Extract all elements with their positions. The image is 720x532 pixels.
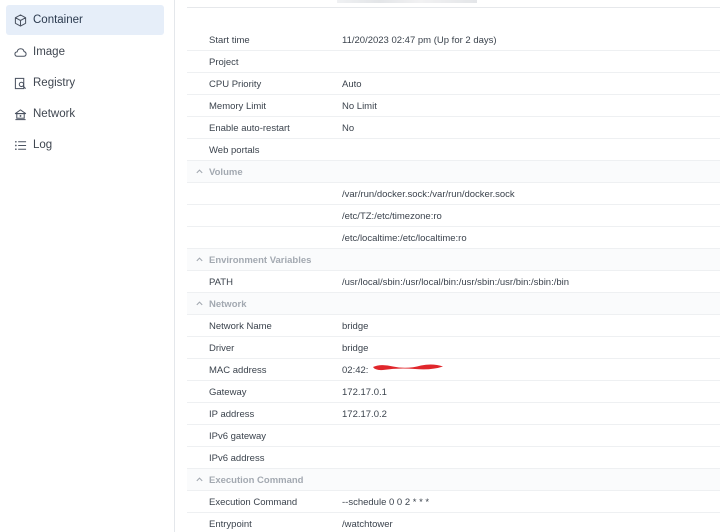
detail-label: Execution Command [209, 497, 298, 508]
detail-label: Start time [209, 35, 250, 46]
chevron-up-icon[interactable] [195, 167, 204, 176]
registry-icon [13, 76, 27, 90]
detail-value: 11/20/2023 02:47 pm (Up for 2 days) [342, 35, 497, 46]
sidebar-item-label: Container [33, 14, 83, 26]
detail-row-network-name: Network Name bridge [187, 315, 720, 337]
detail-label: MAC address [209, 365, 267, 376]
tab-header-strip [187, 0, 720, 8]
sidebar-item-label: Log [33, 139, 53, 151]
detail-row-memory-limit: Memory Limit No Limit [187, 95, 720, 117]
detail-value: Auto [342, 79, 362, 90]
volume-mount: /etc/localtime:/etc/localtime:ro [342, 233, 467, 244]
detail-row-execution-command: Execution Command --schedule 0 0 2 * * * [187, 491, 720, 513]
sidebar-item-image[interactable]: Image [6, 37, 164, 67]
chevron-up-icon[interactable] [195, 475, 204, 484]
detail-value: bridge [342, 343, 369, 354]
detail-row-project: Project [187, 51, 720, 73]
detail-row-gateway: Gateway 172.17.0.1 [187, 381, 720, 403]
sidebar-item-label: Network [33, 108, 76, 120]
volume-row: /etc/TZ:/etc/timezone:ro [187, 205, 720, 227]
detail-label: IP address [209, 409, 255, 420]
detail-row-path: PATH /usr/local/sbin:/usr/local/bin:/usr… [187, 271, 720, 293]
detail-value: /usr/local/sbin:/usr/local/bin:/usr/sbin… [342, 277, 570, 288]
detail-label: IPv6 address [209, 453, 265, 464]
network-icon [13, 107, 27, 121]
section-title: Environment Variables [209, 255, 312, 266]
detail-row-driver: Driver bridge [187, 337, 720, 359]
detail-row-web-portals: Web portals [187, 139, 720, 161]
section-header-environment[interactable]: Environment Variables [187, 249, 720, 271]
detail-row-auto-restart: Enable auto-restart No [187, 117, 720, 139]
detail-label: Web portals [209, 145, 260, 156]
container-icon [13, 13, 27, 27]
mac-redaction-mark [373, 364, 443, 371]
detail-label: Network Name [209, 321, 272, 332]
detail-value: 02:42: [342, 365, 369, 376]
detail-row-ip-address: IP address 172.17.0.2 [187, 403, 720, 425]
detail-value: No Limit [342, 101, 377, 112]
detail-row-cpu-priority: CPU Priority Auto [187, 73, 720, 95]
sidebar-item-label: Image [33, 46, 65, 58]
chevron-up-icon[interactable] [195, 255, 204, 264]
detail-value: No [342, 123, 355, 134]
list-icon [13, 138, 27, 152]
detail-label: Entrypoint [209, 519, 252, 530]
sidebar-item-registry[interactable]: Registry [6, 68, 164, 98]
detail-label: CPU Priority [209, 79, 262, 90]
detail-row-entrypoint: Entrypoint /watchtower [187, 513, 720, 532]
section-header-network[interactable]: Network [187, 293, 720, 315]
detail-value: 172.17.0.1 [342, 387, 387, 398]
volume-row: /etc/localtime:/etc/localtime:ro [187, 227, 720, 249]
section-header-volume[interactable]: Volume [187, 161, 720, 183]
detail-label: Project [209, 57, 239, 68]
sidebar-item-container[interactable]: Container [6, 5, 164, 35]
detail-label: PATH [209, 277, 233, 288]
detail-label: Enable auto-restart [209, 123, 290, 134]
detail-value: bridge [342, 321, 369, 332]
volume-mount: /var/run/docker.sock:/var/run/docker.soc… [342, 189, 515, 200]
detail-label: Memory Limit [209, 101, 267, 112]
detail-label: Driver [209, 343, 235, 354]
detail-label: Gateway [209, 387, 247, 398]
section-title: Execution Command [209, 475, 304, 486]
detail-row-mac-address: MAC address 02:42: [187, 359, 720, 381]
section-title: Network [209, 299, 247, 310]
volume-mount: /etc/TZ:/etc/timezone:ro [342, 211, 442, 222]
detail-label: IPv6 gateway [209, 431, 267, 442]
section-title: Volume [209, 167, 243, 178]
container-details-panel: Start time 11/20/2023 02:47 pm (Up for 2… [175, 0, 720, 532]
detail-value: --schedule 0 0 2 * * * [342, 497, 430, 508]
sidebar: Container Image Registry Network Log [0, 0, 170, 532]
detail-row-start-time: Start time 11/20/2023 02:47 pm (Up for 2… [187, 29, 720, 51]
sidebar-item-log[interactable]: Log [6, 130, 164, 160]
cloud-icon [13, 45, 27, 59]
sidebar-item-label: Registry [33, 77, 76, 89]
section-header-execution[interactable]: Execution Command [187, 469, 720, 491]
sidebar-item-network[interactable]: Network [6, 99, 164, 129]
detail-row-ipv6-address: IPv6 address [187, 447, 720, 469]
detail-value: /watchtower [342, 519, 393, 530]
detail-row-ipv6-gateway: IPv6 gateway [187, 425, 720, 447]
detail-value: 172.17.0.2 [342, 409, 387, 420]
chevron-up-icon[interactable] [195, 299, 204, 308]
volume-row: /var/run/docker.sock:/var/run/docker.soc… [187, 183, 720, 205]
